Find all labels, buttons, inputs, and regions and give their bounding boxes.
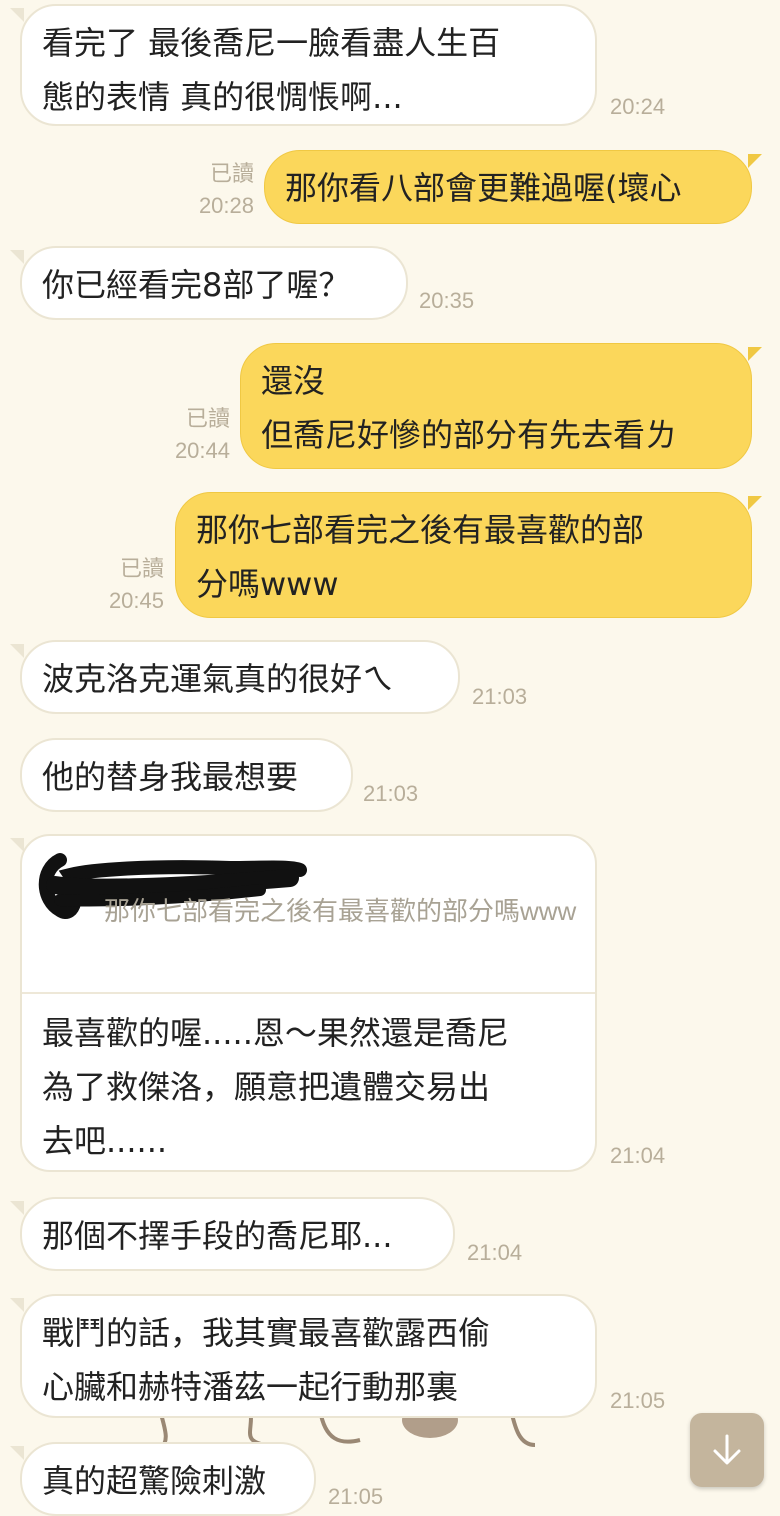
bubble-tail [10, 644, 24, 658]
read-receipt: 已讀 20:28 [180, 158, 254, 222]
read-label: 已讀 [119, 556, 164, 581]
message-bubble-incoming[interactable]: 波克洛克運氣真的很好ㄟ [20, 640, 460, 714]
reply-text: 最喜歡的喔.....恩～果然還是喬尼 為了救傑洛，願意把遺體交易出 去吧....… [42, 1014, 509, 1160]
arrow-down-icon [713, 1434, 741, 1465]
read-label: 已讀 [185, 406, 230, 431]
quoted-text: 那你七部看完之後有最喜歡的部分嗎www [104, 896, 577, 926]
message-timestamp: 21:04 [467, 1240, 523, 1265]
bubble-tail [10, 250, 24, 264]
read-receipt: 已讀 20:45 [90, 553, 164, 617]
message-bubble-incoming[interactable]: 你已經看完8部了喔？ [20, 246, 408, 320]
message-timestamp: 21:04 [610, 1143, 666, 1168]
message-timestamp: 20:24 [610, 94, 666, 119]
message-timestamp: 20:35 [419, 288, 475, 313]
message-bubble-outgoing[interactable]: 那你看八部會更難過喔(壞心 [264, 150, 752, 224]
message-timestamp: 20:44 [174, 438, 230, 463]
bubble-tail [10, 1201, 24, 1215]
message-bubble-incoming[interactable]: 看完了 最後喬尼一臉看盡人生百 態的表情 真的很惆悵啊... [20, 4, 597, 126]
message-bubble-outgoing[interactable]: 那你七部看完之後有最喜歡的部 分嗎www [175, 492, 752, 618]
reply-message-bubble[interactable]: 那你七部看完之後有最喜歡的部分嗎www 最喜歡的喔.....恩～果然還是喬尼 為… [20, 834, 597, 1172]
message-timestamp: 20:28 [198, 193, 254, 218]
scroll-to-bottom-button[interactable] [690, 1413, 764, 1487]
bubble-tail [748, 347, 762, 361]
bubble-tail [748, 154, 762, 168]
message-timestamp: 21:05 [328, 1484, 384, 1509]
bubble-tail [10, 8, 24, 22]
bubble-tail [10, 1446, 24, 1460]
message-timestamp: 21:05 [610, 1388, 666, 1413]
quoted-message[interactable]: 那你七部看完之後有最喜歡的部分嗎www [22, 836, 595, 994]
read-label: 已讀 [209, 161, 254, 186]
bubble-tail [748, 496, 762, 510]
read-receipt: 已讀 20:44 [156, 403, 230, 467]
message-bubble-incoming[interactable]: 那個不擇手段的喬尼耶... [20, 1197, 455, 1271]
message-bubble-outgoing[interactable]: 還沒 但喬尼好慘的部分有先去看ㄌ [240, 343, 752, 469]
message-bubble-incoming[interactable]: 戰鬥的話，我其實最喜歡露西偷 心臟和赫特潘茲一起行動那裏 [20, 1294, 597, 1418]
message-bubble-incoming[interactable]: 他的替身我最想要 [20, 738, 353, 812]
message-timestamp: 21:03 [472, 684, 528, 709]
message-bubble-incoming[interactable]: 真的超驚險刺激 [20, 1442, 316, 1516]
bubble-tail [10, 1298, 24, 1312]
message-timestamp: 21:03 [363, 781, 419, 806]
message-timestamp: 20:45 [108, 588, 164, 613]
